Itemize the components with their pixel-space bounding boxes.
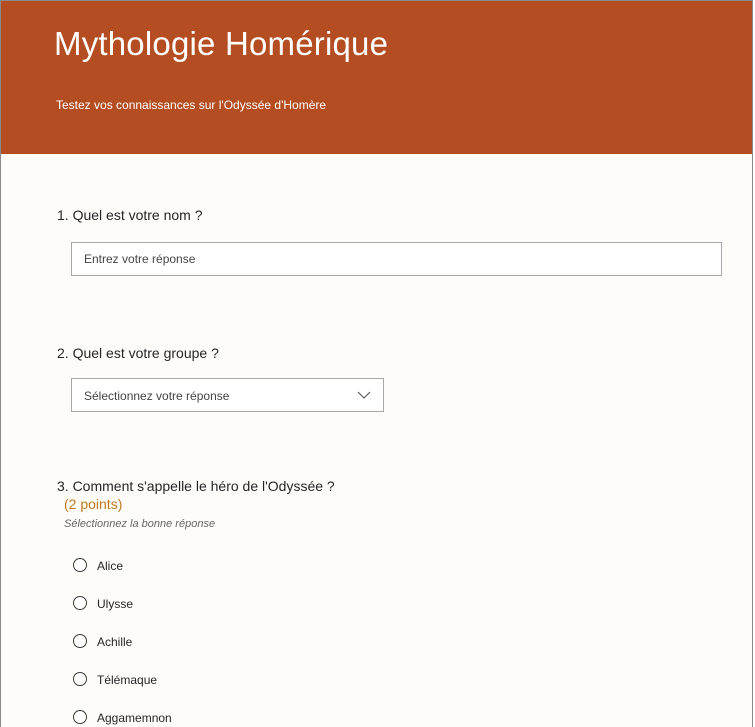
form-subtitle: Testez vos connaissances sur l'Odyssée d…	[56, 98, 327, 112]
question-1-title: 1. Quel est votre nom ?	[57, 207, 203, 223]
form-window: Mythologie Homérique Testez vos connaiss…	[0, 0, 753, 727]
question-3-title: 3. Comment s'appelle le héro de l'Odyssé…	[57, 478, 335, 494]
radio-icon[interactable]	[73, 710, 87, 724]
question-2-title: 2. Quel est votre groupe ?	[57, 345, 219, 361]
question-3-hint: Sélectionnez la bonne réponse	[64, 518, 216, 530]
radio-icon[interactable]	[73, 634, 87, 648]
question-3-points: (2 points)	[64, 496, 123, 512]
radio-icon[interactable]	[73, 558, 87, 572]
group-select[interactable]: Sélectionnez votre réponse	[71, 378, 384, 412]
form-body: 1. Quel est votre nom ? 2. Quel est votr…	[1, 154, 752, 727]
option-label: Alice	[97, 559, 124, 573]
name-input[interactable]	[71, 242, 722, 276]
group-select-value: Sélectionnez votre réponse	[84, 389, 230, 403]
form-title: Mythologie Homérique	[54, 25, 389, 62]
option-label: Aggamemnon	[97, 711, 172, 725]
option-label: Ulysse	[97, 597, 134, 611]
option-label: Achille	[97, 635, 133, 649]
radio-icon[interactable]	[73, 672, 87, 686]
radio-icon[interactable]	[73, 596, 87, 610]
option-label: Télémaque	[97, 673, 158, 687]
form-header: Mythologie Homérique Testez vos connaiss…	[1, 1, 752, 154]
chevron-down-icon	[357, 391, 371, 399]
